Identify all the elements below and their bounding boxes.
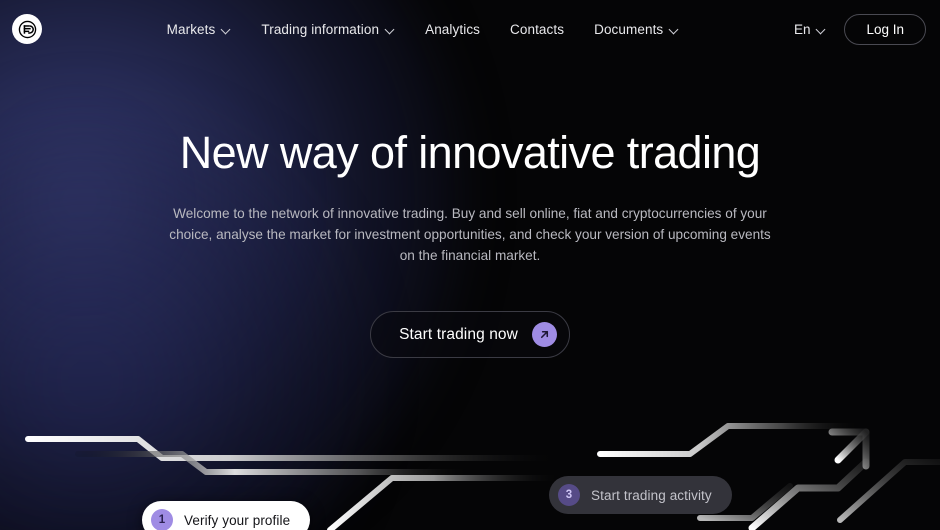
step-number-badge: 1: [151, 509, 173, 530]
hero-section: New way of innovative trading Welcome to…: [0, 127, 940, 359]
site-header: Markets Trading information Analytics Co…: [0, 0, 940, 58]
circuit-line-5: [597, 423, 863, 457]
nav-item-trading-information[interactable]: Trading information: [261, 22, 395, 37]
chevron-down-icon: [222, 25, 231, 34]
circuit-decoration: [25, 423, 940, 530]
step-pill-label: Start trading activity: [591, 487, 712, 503]
arrow-up-right-icon: [531, 322, 557, 348]
nav-item-documents-label: Documents: [594, 21, 664, 37]
language-selector-label: En: [793, 21, 811, 37]
start-trading-button-label: Start trading now: [399, 325, 518, 343]
hero-cta-wrapper: Start trading now: [0, 311, 940, 359]
brand-logo[interactable]: [12, 14, 42, 44]
nav-item-contacts[interactable]: Contacts: [510, 22, 564, 37]
step-number-badge: 3: [558, 484, 580, 506]
language-selector[interactable]: En: [794, 22, 827, 37]
trend-arrow-secondary: [837, 459, 940, 523]
trend-arrow-shaft: [748, 458, 870, 530]
nav-item-contacts-label: Contacts: [510, 21, 565, 37]
page-title: New way of innovative trading: [179, 127, 761, 178]
nav-item-analytics-label: Analytics: [425, 21, 481, 37]
main-navigation: Markets Trading information Analytics Co…: [52, 22, 794, 37]
step-pill-label: Verify your profile: [184, 512, 291, 528]
circuit-line-4: [327, 475, 563, 530]
circuit-line-1: [25, 436, 563, 461]
trend-arrow-diagonal: [834, 428, 870, 464]
nav-item-trading-information-label: Trading information: [261, 21, 380, 37]
header-actions: En Log In: [794, 13, 926, 45]
nav-item-documents[interactable]: Documents: [594, 22, 679, 37]
chevron-down-icon: [817, 25, 826, 34]
step-pill-verify-profile[interactable]: 1 Verify your profile: [142, 501, 311, 530]
brand-b-logo-icon: [18, 20, 36, 38]
step-pill-start-trading-activity[interactable]: 3 Start trading activity: [549, 476, 732, 514]
circuit-line-2: [75, 451, 473, 475]
trend-arrow-head: [828, 428, 870, 470]
hero-page: Markets Trading information Analytics Co…: [0, 0, 940, 530]
nav-item-markets[interactable]: Markets: [167, 22, 232, 37]
login-button[interactable]: Log In: [844, 13, 926, 45]
nav-item-analytics[interactable]: Analytics: [425, 22, 480, 37]
nav-item-markets-label: Markets: [166, 21, 216, 37]
chevron-down-icon: [386, 25, 395, 34]
chevron-down-icon: [670, 25, 679, 34]
hero-subtitle: Welcome to the network of innovative tra…: [169, 206, 771, 263]
start-trading-button[interactable]: Start trading now: [370, 311, 570, 359]
